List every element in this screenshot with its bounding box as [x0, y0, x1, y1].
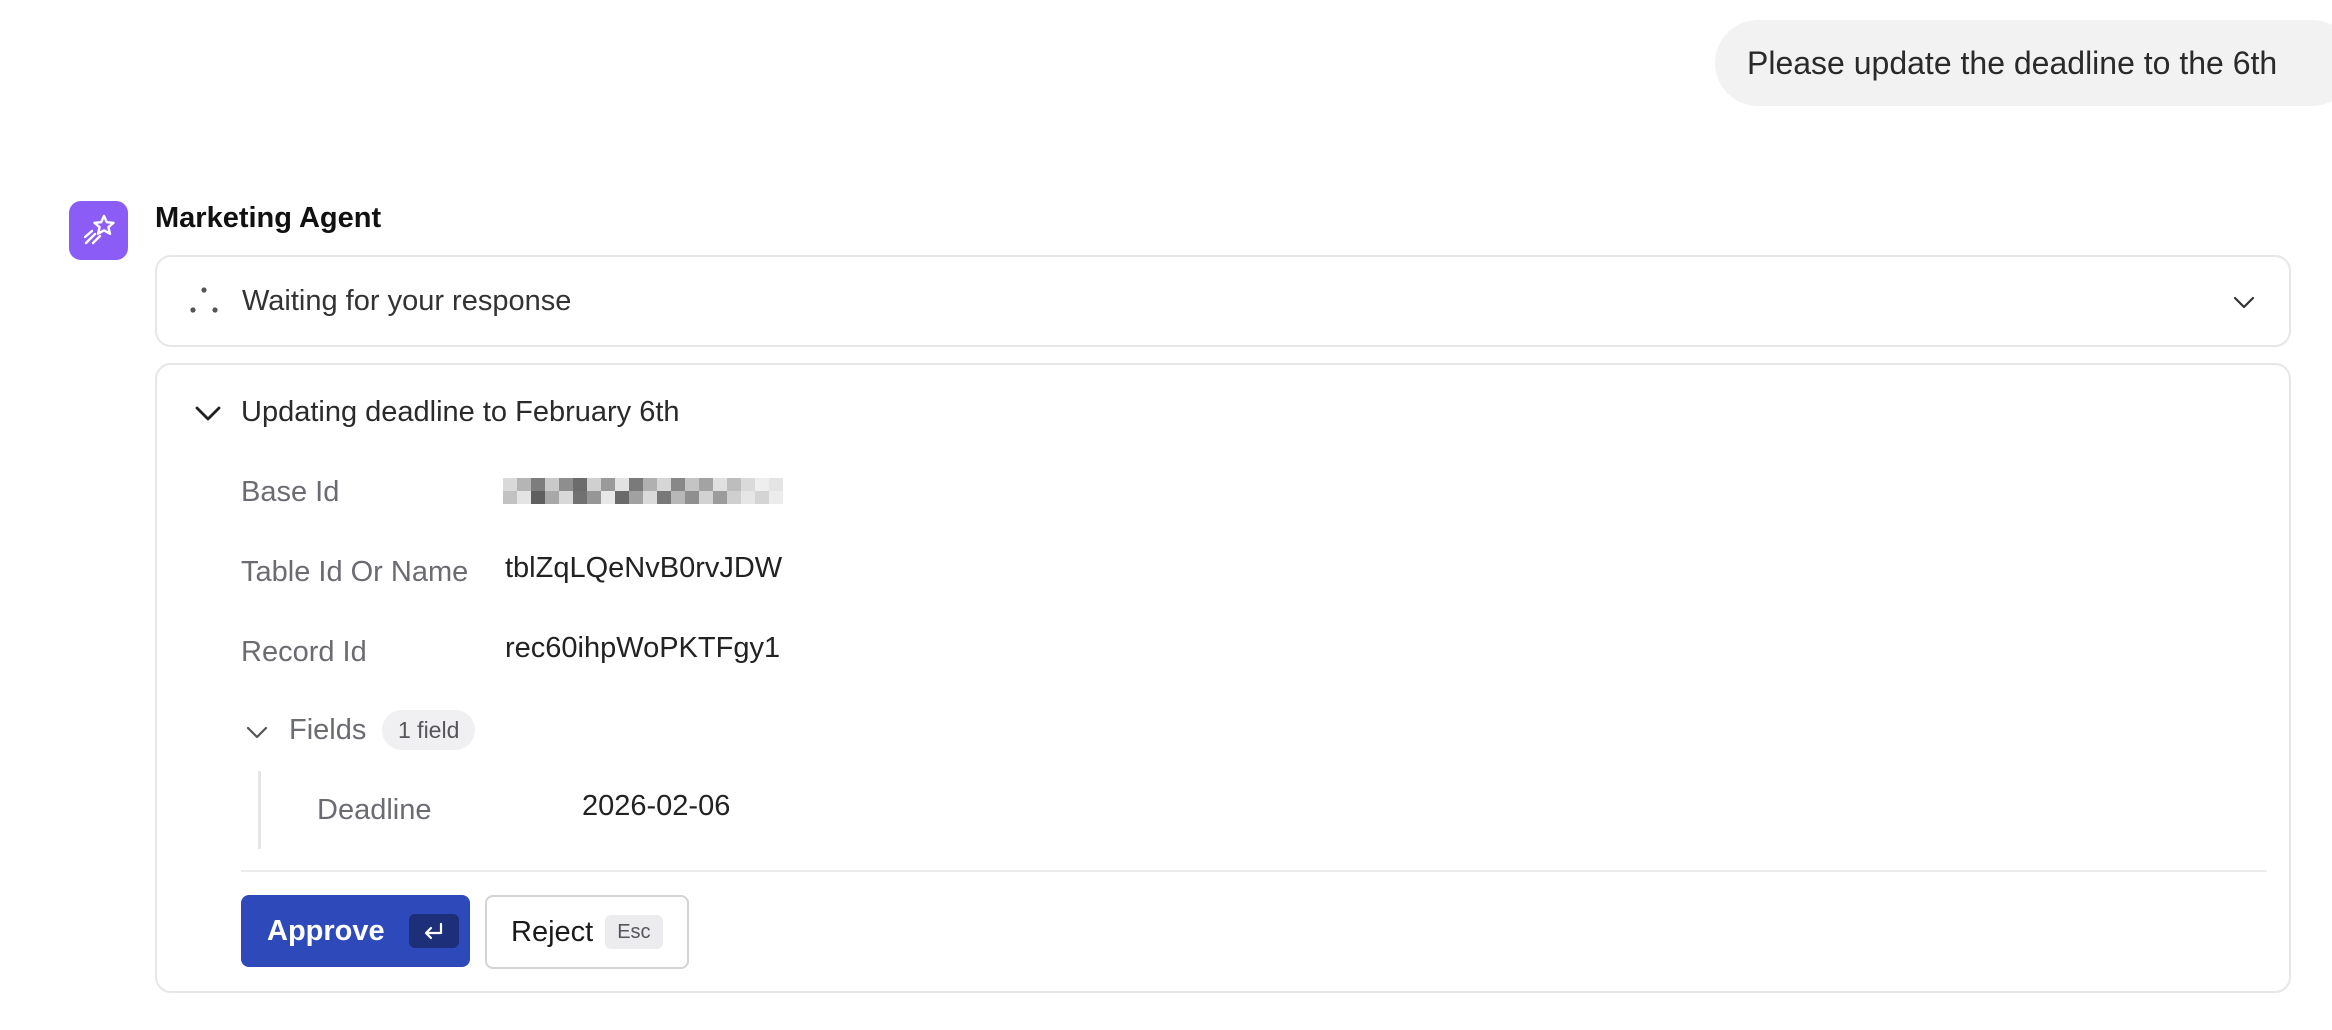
status-text: Waiting for your response: [242, 285, 572, 317]
param-value-record-id: rec60ihpWoPKTFgy1: [505, 632, 781, 664]
sparkle-wand-icon: [83, 214, 115, 244]
reject-button[interactable]: Reject Esc: [485, 895, 689, 969]
approve-button[interactable]: Approve: [241, 895, 470, 967]
field-value-deadline: 2026-02-06: [582, 790, 731, 822]
agent-avatar: [69, 201, 128, 260]
redacted-base-id: [503, 478, 783, 504]
collapse-chevron-icon[interactable]: [193, 398, 223, 428]
fields-chevron-down-icon[interactable]: [245, 720, 269, 744]
chevron-down-icon[interactable]: [2231, 289, 2257, 315]
status-card[interactable]: Waiting for your response: [155, 255, 2291, 347]
actions-divider: [241, 870, 2267, 872]
loading-dots-icon: [190, 287, 218, 313]
tool-call-card: Updating deadline to February 6th Base I…: [155, 363, 2291, 993]
enter-key-icon: [408, 914, 459, 948]
fields-count-badge: 1 field: [382, 710, 476, 750]
fields-toggle-label[interactable]: Fields: [289, 710, 366, 750]
param-label-table-id: Table Id Or Name: [241, 556, 469, 588]
reject-button-label: Reject: [511, 915, 594, 948]
user-message-text: Please update the deadline to the 6th: [1747, 44, 2278, 81]
user-message-bubble: Please update the deadline to the 6th: [1715, 20, 2332, 106]
param-label-base-id: Base Id: [241, 476, 340, 508]
esc-key-hint: Esc: [605, 915, 663, 949]
tool-call-title: Updating deadline to February 6th: [241, 396, 680, 428]
param-value-table-id: tblZqLQeNvB0rvJDW: [505, 552, 783, 584]
field-label-deadline: Deadline: [317, 794, 432, 826]
fields-indent-rule: [258, 771, 261, 849]
param-label-record-id: Record Id: [241, 636, 367, 668]
approve-button-label: Approve: [267, 914, 385, 947]
agent-name: Marketing Agent: [155, 202, 382, 234]
